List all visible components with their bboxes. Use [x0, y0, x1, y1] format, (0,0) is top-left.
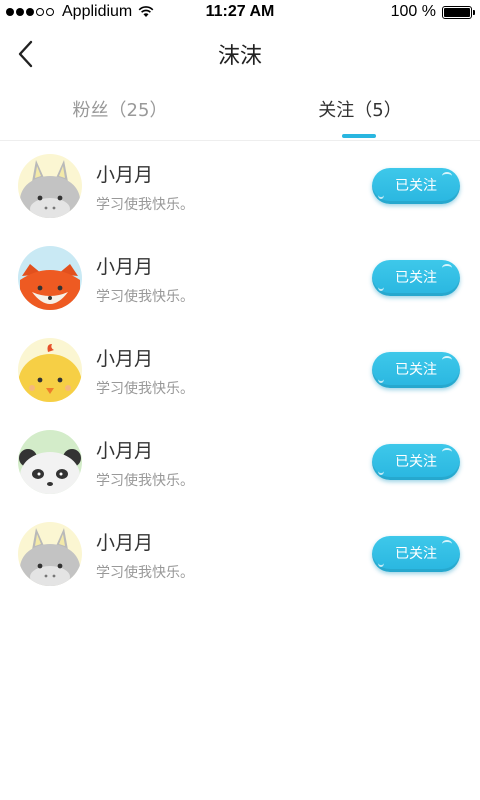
list-item[interactable]: 小月月 学习使我快乐。 已关注	[0, 140, 480, 232]
followed-button[interactable]: 已关注	[372, 260, 460, 296]
user-name: 小月月	[96, 256, 154, 278]
tab-following[interactable]: 关注（5）	[240, 90, 480, 140]
status-bar: Applidium 11:27 AM 100 %	[0, 0, 480, 26]
list-item[interactable]: 小月月 学习使我快乐。 已关注	[0, 232, 480, 324]
user-name: 小月月	[96, 440, 154, 462]
tab-active-indicator	[342, 134, 376, 138]
nav-bar: 沫沫	[0, 26, 480, 82]
list-item[interactable]: 小月月 学习使我快乐。 已关注	[0, 324, 480, 416]
followed-button-label: 已关注	[395, 546, 437, 562]
user-name: 小月月	[96, 532, 154, 554]
tab-bar: 粉丝（25） 关注（5）	[0, 90, 480, 141]
user-signature: 学习使我快乐。	[96, 289, 194, 305]
followed-button[interactable]: 已关注	[372, 352, 460, 388]
tab-fans[interactable]: 粉丝（25）	[0, 90, 240, 140]
screen: Applidium 11:27 AM 100 % 沫沫 粉丝（25） 关注（5）…	[0, 0, 480, 800]
following-list: 小月月 学习使我快乐。 已关注 小月月 学习使我快乐。 已关注 小月月 学习使我…	[0, 140, 480, 600]
battery-icon	[442, 5, 475, 19]
user-signature: 学习使我快乐。	[96, 197, 194, 213]
user-name: 小月月	[96, 348, 154, 370]
followed-button-label: 已关注	[395, 178, 437, 194]
followed-button[interactable]: 已关注	[372, 536, 460, 572]
chick-avatar[interactable]	[18, 338, 82, 402]
donkey-avatar[interactable]	[18, 154, 82, 218]
followed-button-label: 已关注	[395, 270, 437, 286]
page-title: 沫沫	[217, 44, 262, 69]
battery-percent: 100 %	[390, 3, 436, 20]
fox-avatar[interactable]	[18, 246, 82, 310]
user-name: 小月月	[96, 164, 154, 186]
followed-button[interactable]: 已关注	[372, 444, 460, 480]
followed-button-label: 已关注	[395, 362, 437, 378]
donkey-avatar[interactable]	[18, 522, 82, 586]
status-right: 100 %	[390, 3, 475, 21]
followed-button-label: 已关注	[395, 454, 437, 470]
followed-button[interactable]: 已关注	[372, 168, 460, 204]
user-signature: 学习使我快乐。	[96, 565, 194, 581]
list-item[interactable]: 小月月 学习使我快乐。 已关注	[0, 508, 480, 600]
list-item[interactable]: 小月月 学习使我快乐。 已关注	[0, 416, 480, 508]
user-signature: 学习使我快乐。	[96, 381, 194, 397]
tab-following-label: 关注（5）	[318, 100, 402, 121]
user-signature: 学习使我快乐。	[96, 473, 194, 489]
panda-avatar[interactable]	[18, 430, 82, 494]
